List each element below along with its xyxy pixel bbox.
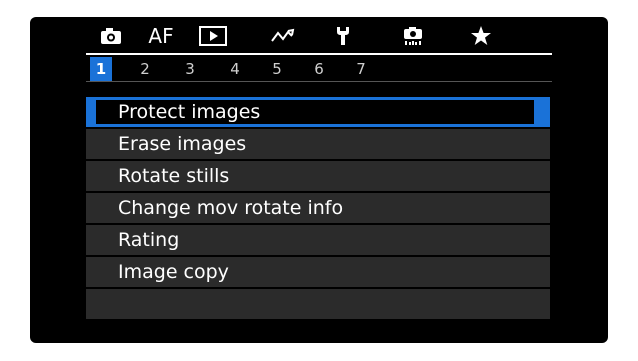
menu-item-label: Rotate stills bbox=[118, 165, 230, 187]
menu-item-label: Image copy bbox=[118, 261, 229, 283]
camera-menu-screen: AF 1 2 3 4 5 6 7 Protect images Erase im… bbox=[30, 17, 608, 343]
menu-list: Protect images Erase images Rotate still… bbox=[86, 97, 550, 321]
menu-item-label: Protect images bbox=[118, 101, 261, 123]
sub-tab-2[interactable]: 2 bbox=[134, 57, 156, 81]
main-tab-bar: AF bbox=[86, 19, 552, 53]
menu-item-empty bbox=[86, 289, 550, 319]
menu-item-erase-images[interactable]: Erase images bbox=[86, 129, 550, 159]
menu-item-rating[interactable]: Rating bbox=[86, 225, 550, 255]
tab-af[interactable]: AF bbox=[136, 19, 186, 53]
tab-custom-functions[interactable] bbox=[388, 19, 438, 53]
main-tab-underline bbox=[86, 53, 552, 55]
star-icon bbox=[471, 26, 491, 45]
tab-wireless[interactable] bbox=[258, 19, 308, 53]
sub-tab-1[interactable]: 1 bbox=[90, 57, 112, 81]
sub-tab-5[interactable]: 5 bbox=[266, 57, 288, 81]
custom-function-icon bbox=[404, 27, 422, 45]
tab-my-menu[interactable] bbox=[456, 19, 506, 53]
menu-item-image-copy[interactable]: Image copy bbox=[86, 257, 550, 287]
sub-tab-bar: 1 2 3 4 5 6 7 bbox=[86, 57, 486, 81]
menu-item-protect-images[interactable]: Protect images bbox=[86, 97, 550, 127]
wrench-icon bbox=[337, 27, 349, 45]
menu-item-label: Erase images bbox=[118, 133, 247, 155]
menu-item-change-mov-rotate-info[interactable]: Change mov rotate info bbox=[86, 193, 550, 223]
camera-icon bbox=[101, 28, 121, 44]
tab-playback[interactable] bbox=[188, 19, 238, 53]
tab-af-label: AF bbox=[148, 24, 174, 48]
sub-tab-underline bbox=[86, 81, 552, 82]
sub-tab-3[interactable]: 3 bbox=[179, 57, 201, 81]
menu-item-label: Rating bbox=[118, 229, 180, 251]
playback-icon bbox=[199, 26, 227, 46]
tab-setup[interactable] bbox=[318, 19, 368, 53]
wireless-icon bbox=[271, 28, 295, 42]
sub-tab-4[interactable]: 4 bbox=[224, 57, 246, 81]
menu-item-rotate-stills[interactable]: Rotate stills bbox=[86, 161, 550, 191]
menu-item-label: Change mov rotate info bbox=[118, 197, 344, 219]
sub-tab-7[interactable]: 7 bbox=[350, 57, 372, 81]
sub-tab-6[interactable]: 6 bbox=[308, 57, 330, 81]
tab-shooting[interactable] bbox=[86, 19, 136, 53]
